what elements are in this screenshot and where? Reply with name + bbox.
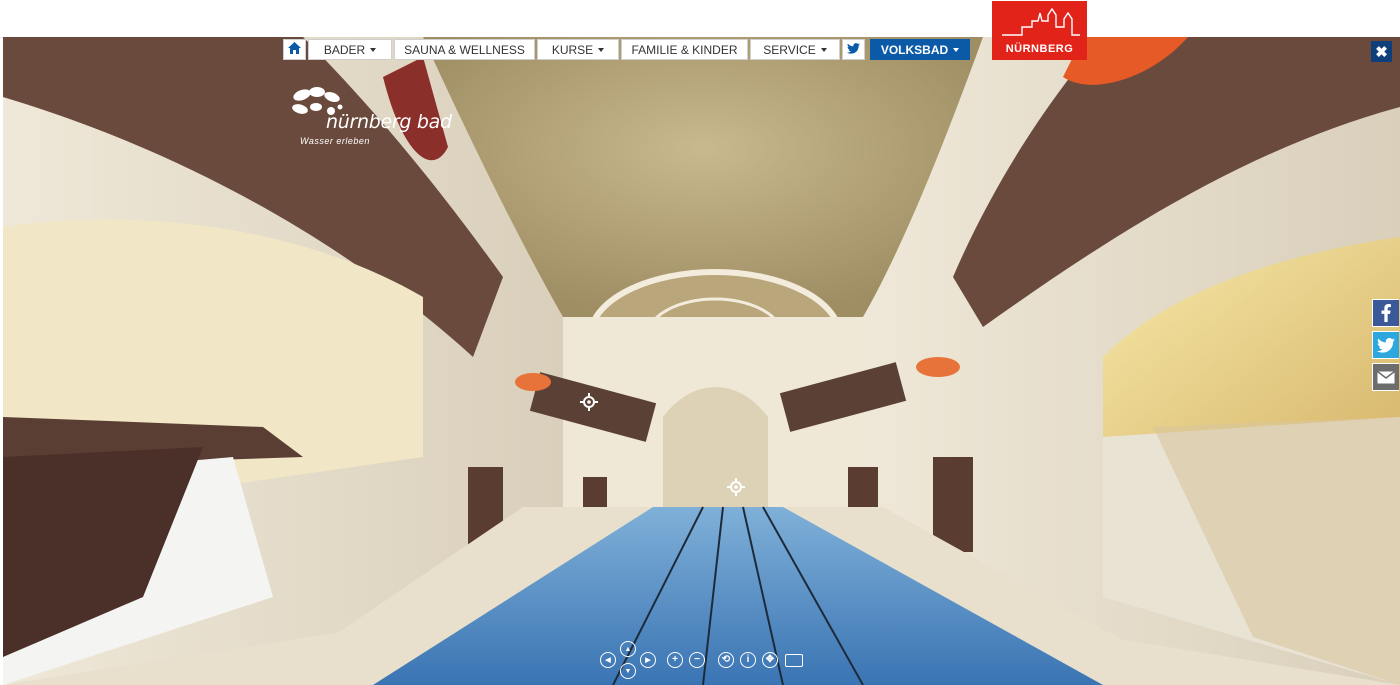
caret-down-icon [820,47,827,52]
zoom-out-button[interactable]: − [689,652,705,668]
brand-tagline: Wasser erleben [300,136,370,146]
city-logo-text: NÜRNBERG [1005,43,1074,55]
nav-item-volksbad[interactable]: VOLKSBAD [870,39,970,60]
rotate-icon: ⟲ [721,654,731,665]
hotspot-icon[interactable] [727,478,745,496]
pan-right-button[interactable]: ▶ [640,652,656,668]
zoom-in-icon: + [672,654,678,665]
home-icon [288,42,301,57]
twitter-icon [847,42,860,57]
caret-down-icon [598,47,605,52]
brand-name: nürnberg bad [326,111,452,133]
nav-item-label: SAUNA & WELLNESS [404,42,525,57]
twitter-icon [1377,337,1395,353]
nav-twitter[interactable] [842,39,865,60]
nav-home[interactable] [283,39,306,60]
city-skyline-icon [1002,7,1080,36]
nav-item-label: KURSE [551,42,594,57]
panorama-controls: ▲ ◀ ▶ ▼ + − ⟲ i ✥ [600,640,810,680]
nav-item-kurse[interactable]: KURSE [537,39,619,60]
caret-down-icon [953,47,960,52]
facebook-icon [1381,304,1391,322]
city-logo-nuernberg[interactable]: NÜRNBERG [992,1,1087,60]
nav-item-label: VOLKSBAD [880,42,949,57]
nuernberg-bad-logo[interactable]: nürnberg bad Wasser erleben [290,85,452,146]
move-icon: ✥ [765,654,775,665]
autorotate-button[interactable]: ⟲ [718,652,734,668]
zoom-out-icon: − [694,654,700,665]
nav-item-label: FAMILIE & KINDER [631,42,738,57]
fullscreen-button[interactable] [785,654,803,667]
nav-item-label: SERVICE [763,42,816,57]
info-button[interactable]: i [740,652,756,668]
top-bar [0,0,1400,38]
nav-item-label: BADER [323,42,366,57]
email-share-button[interactable] [1372,363,1399,391]
nav-item-familie-kinder[interactable]: FAMILIE & KINDER [621,39,748,60]
pan-up-button[interactable]: ▲ [620,641,636,657]
nav-item-sauna-wellness[interactable]: SAUNA & WELLNESS [394,39,535,60]
pan-left-button[interactable]: ◀ [600,652,616,668]
close-button[interactable]: ✖ [1371,41,1392,62]
caret-down-icon [370,47,377,52]
move-mode-button[interactable]: ✥ [762,652,778,668]
chevron-right-icon: ▶ [645,656,651,664]
close-icon: ✖ [1375,43,1388,61]
chevron-up-icon: ▲ [624,645,632,653]
social-share-bar [1372,299,1400,395]
nav-item-bader[interactable]: BADER [308,39,392,60]
facebook-share-button[interactable] [1372,299,1399,327]
pan-down-button[interactable]: ▼ [620,663,636,679]
mail-icon [1377,370,1395,383]
twitter-share-button[interactable] [1372,331,1399,359]
hotspot-icon[interactable] [580,393,598,411]
chevron-down-icon: ▼ [624,667,632,675]
zoom-in-button[interactable]: + [667,652,683,668]
main-nav: BADER SAUNA & WELLNESS KURSE FAMILIE & K… [283,39,970,60]
info-icon: i [746,654,750,665]
nav-item-service[interactable]: SERVICE [750,39,840,60]
panorama-image[interactable] [3,37,1400,685]
panorama-viewer[interactable] [3,37,1400,685]
chevron-left-icon: ◀ [605,656,611,664]
